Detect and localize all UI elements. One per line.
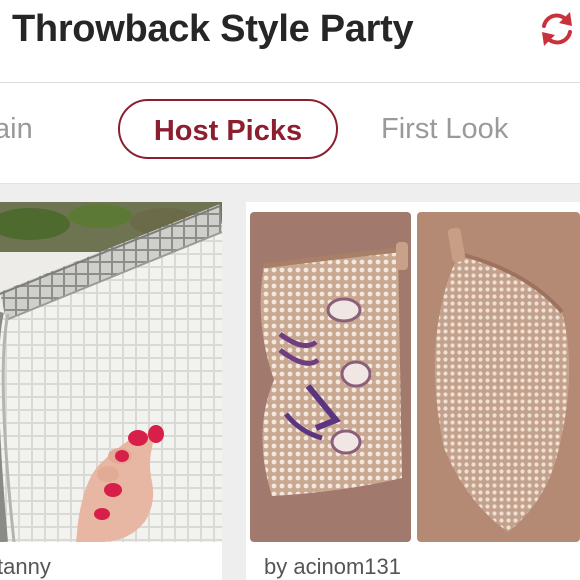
listing-photo[interactable] [246, 202, 580, 542]
refresh-icon[interactable] [534, 6, 580, 52]
listing-feed: tanny by acinom131 [0, 184, 580, 580]
app-header: Throwback Style Party [0, 0, 580, 83]
listing-caption[interactable]: by acinom131 [264, 554, 401, 580]
listing-card[interactable]: by acinom131 [246, 202, 580, 580]
tab-main[interactable]: ain [0, 99, 33, 159]
listing-photo[interactable] [0, 202, 222, 542]
tab-first-look[interactable]: First Look [381, 99, 508, 159]
page-title: Throwback Style Party [12, 8, 414, 50]
listing-caption[interactable]: tanny [0, 554, 51, 580]
listing-card[interactable]: tanny [0, 202, 222, 580]
tab-host-picks[interactable]: Host Picks [118, 99, 338, 159]
tab-bar: ain Host Picks First Look [0, 83, 580, 184]
